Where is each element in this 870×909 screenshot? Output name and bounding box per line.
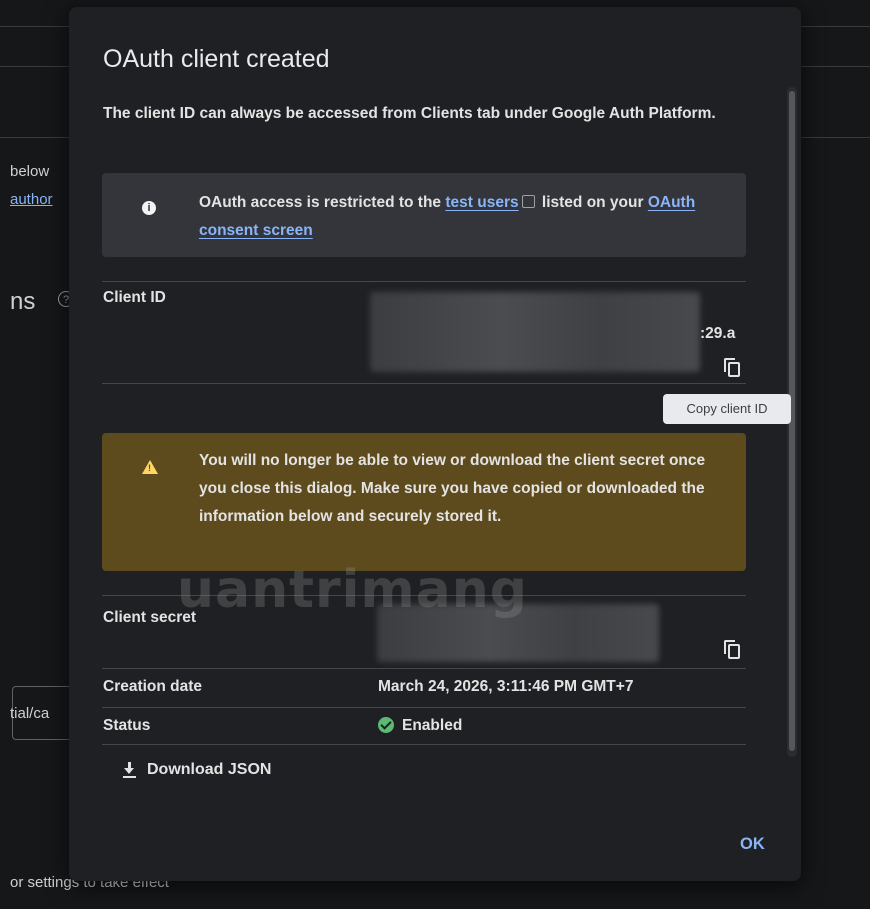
info-icon: i <box>142 201 156 215</box>
creation-date-label: Creation date <box>103 678 203 695</box>
bg-field-value: tial/ca <box>10 705 50 722</box>
warning-banner: ! You will no longer be able to view or … <box>102 433 746 571</box>
copy-client-id-tooltip: Copy client ID <box>663 394 791 424</box>
status-label: Status <box>103 717 151 734</box>
info-text-middle: listed on your <box>537 194 648 211</box>
divider <box>102 281 746 282</box>
info-text-before: OAuth access is restricted to the <box>199 194 446 211</box>
ok-button[interactable]: OK <box>740 835 765 854</box>
copy-client-secret-icon[interactable] <box>724 640 740 659</box>
divider <box>102 383 746 384</box>
test-users-link[interactable]: test users <box>445 194 518 211</box>
check-circle-icon <box>378 717 394 733</box>
dialog-intro-text: The client ID can always be accessed fro… <box>103 105 716 122</box>
divider <box>102 707 746 708</box>
divider <box>102 744 746 745</box>
status-value: Enabled <box>378 717 462 735</box>
oauth-client-created-dialog: OAuth client created The client ID can a… <box>69 7 801 881</box>
download-json-label: Download JSON <box>147 761 272 778</box>
bg-link-author[interactable]: author <box>10 191 53 208</box>
warning-text: You will no longer be able to view or do… <box>199 452 706 525</box>
client-id-value-redacted <box>370 292 700 372</box>
client-id-tail: :29.a <box>700 325 736 342</box>
status-text: Enabled <box>402 717 463 734</box>
divider <box>102 668 746 669</box>
download-icon <box>123 762 137 778</box>
copy-client-id-icon[interactable] <box>724 358 740 377</box>
download-json-button[interactable]: Download JSON <box>123 761 271 779</box>
info-banner-text: OAuth access is restricted to the test u… <box>199 189 719 245</box>
dialog-title: OAuth client created <box>103 45 330 73</box>
bg-text-below: below <box>10 163 50 180</box>
info-banner: i OAuth access is restricted to the test… <box>102 173 746 257</box>
warning-icon: ! <box>142 460 158 474</box>
client-id-label: Client ID <box>103 289 166 306</box>
creation-date-value: March 24, 2026, 3:11:46 PM GMT+7 <box>378 678 634 695</box>
bg-section-heading: ns <box>10 288 36 315</box>
watermark-logo: uantrimang <box>177 560 528 620</box>
external-link-icon <box>521 195 535 208</box>
